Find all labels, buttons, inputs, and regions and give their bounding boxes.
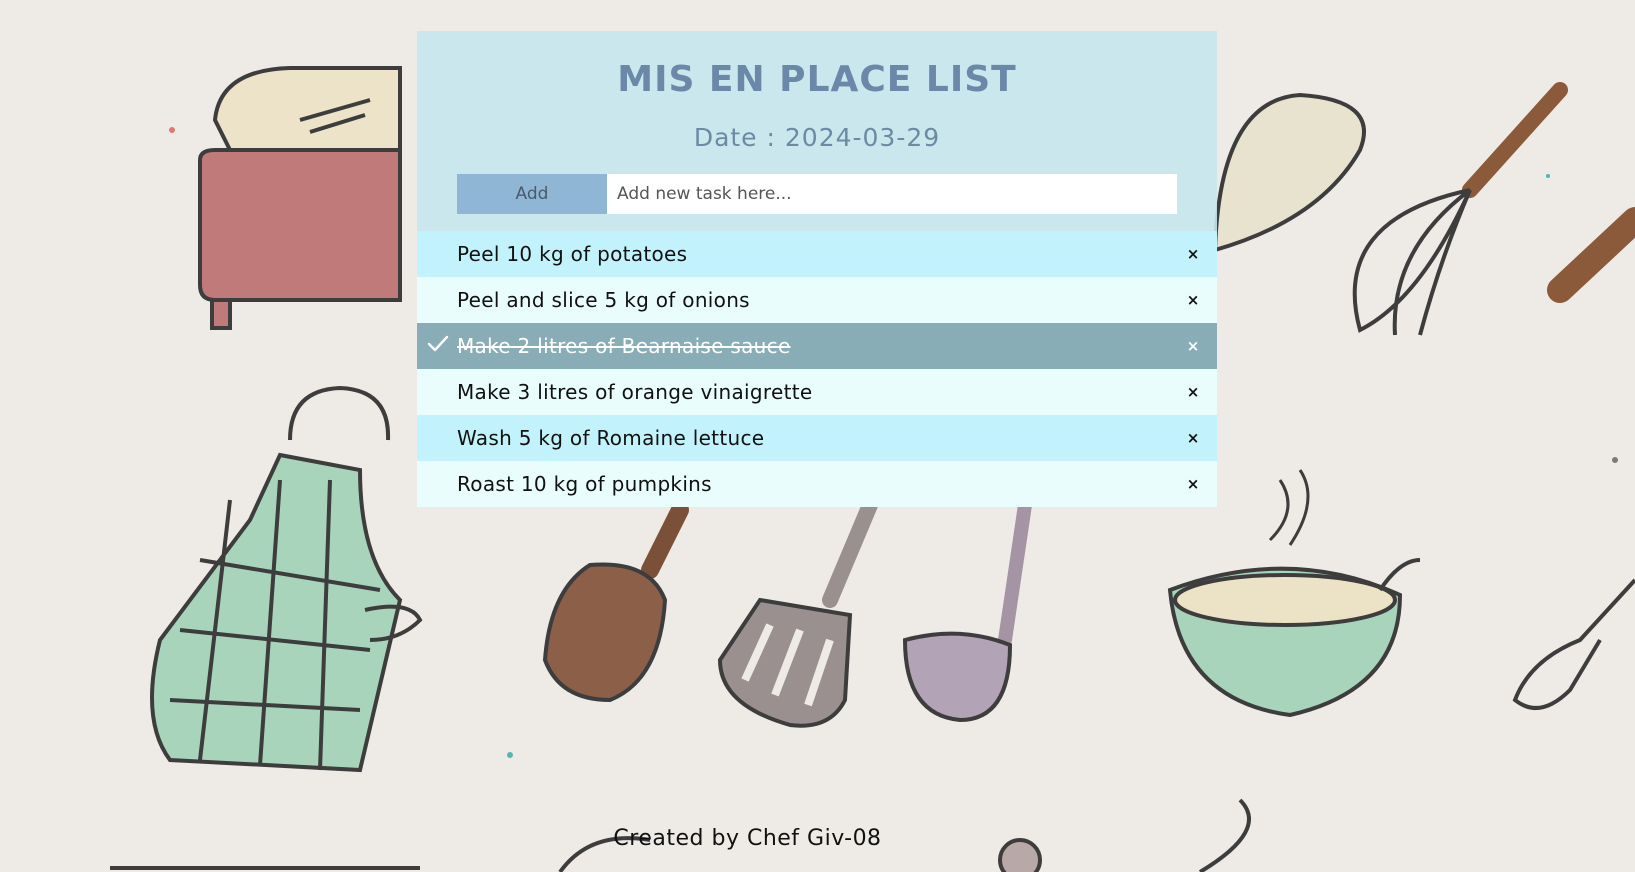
page-title: MIS EN PLACE LIST (617, 59, 1017, 100)
date-label: Date : 2024-03-29 (693, 123, 941, 152)
task-item-completed[interactable]: Make 2 litres of Bearnaise sauce × (417, 323, 1217, 369)
task-text: Wash 5 kg of Romaine lettuce (457, 426, 765, 450)
card-header: MIS EN PLACE LIST Date : 2024-03-29 Add (417, 31, 1217, 231)
task-list: Peel 10 kg of potatoes × Peel and slice … (417, 231, 1217, 507)
close-icon[interactable]: × (1183, 429, 1203, 447)
new-task-input[interactable] (607, 174, 1177, 214)
mise-en-place-card: MIS EN PLACE LIST Date : 2024-03-29 Add … (417, 31, 1217, 507)
add-task-form: Add (457, 174, 1177, 214)
close-icon[interactable]: × (1183, 337, 1203, 355)
close-icon[interactable]: × (1183, 475, 1203, 493)
close-icon[interactable]: × (1183, 383, 1203, 401)
task-item[interactable]: Roast 10 kg of pumpkins × (417, 461, 1217, 507)
task-text: Peel and slice 5 kg of onions (457, 288, 750, 312)
task-item[interactable]: Peel 10 kg of potatoes × (417, 231, 1217, 277)
footer-credit: Created by Chef Giv-08 (613, 826, 882, 851)
task-text: Make 3 litres of orange vinaigrette (457, 380, 813, 404)
close-icon[interactable]: × (1183, 291, 1203, 309)
add-task-button[interactable]: Add (457, 174, 607, 214)
close-icon[interactable]: × (1183, 245, 1203, 263)
task-text: Make 2 litres of Bearnaise sauce (457, 334, 791, 358)
task-text: Peel 10 kg of potatoes (457, 242, 688, 266)
check-icon (427, 335, 449, 352)
toaster-illustration (198, 66, 402, 330)
task-item[interactable]: Wash 5 kg of Romaine lettuce × (417, 415, 1217, 461)
task-text: Roast 10 kg of pumpkins (457, 472, 712, 496)
task-item[interactable]: Make 3 litres of orange vinaigrette × (417, 369, 1217, 415)
task-item[interactable]: Peel and slice 5 kg of onions × (417, 277, 1217, 323)
